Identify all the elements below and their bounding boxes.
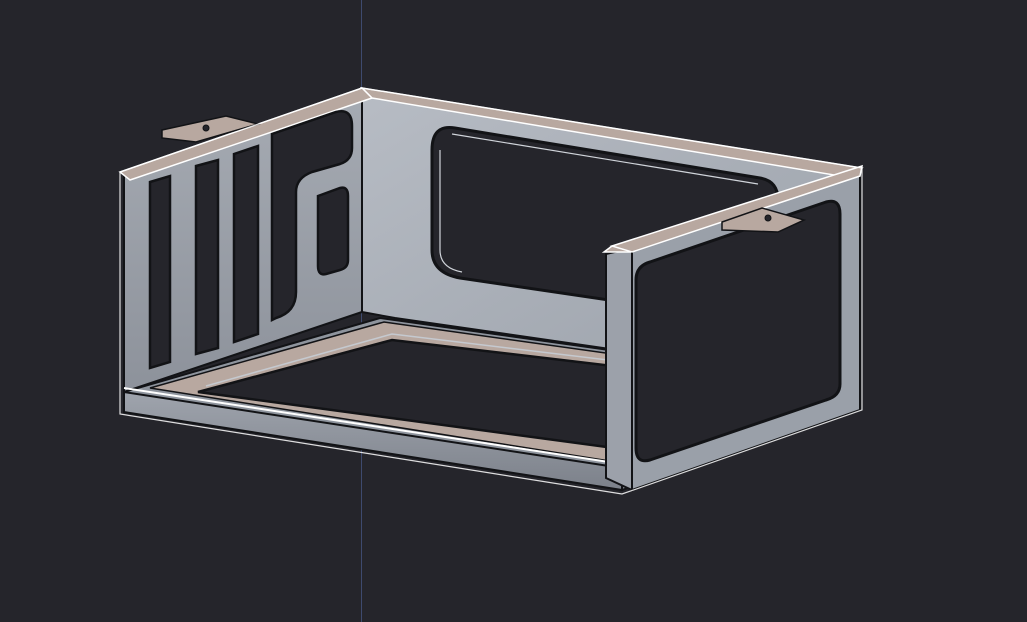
cad-viewport[interactable] <box>0 0 1027 622</box>
left-tab-hole <box>202 124 210 132</box>
right-front-post <box>605 246 633 492</box>
left-wall-slot-3 <box>232 144 260 344</box>
left-wall-slot-2 <box>194 158 220 356</box>
left-wall-small-window <box>316 186 350 276</box>
left-wall-slot-1 <box>148 174 172 370</box>
right-tab-hole <box>764 214 772 222</box>
enclosure-model[interactable] <box>0 0 1027 622</box>
